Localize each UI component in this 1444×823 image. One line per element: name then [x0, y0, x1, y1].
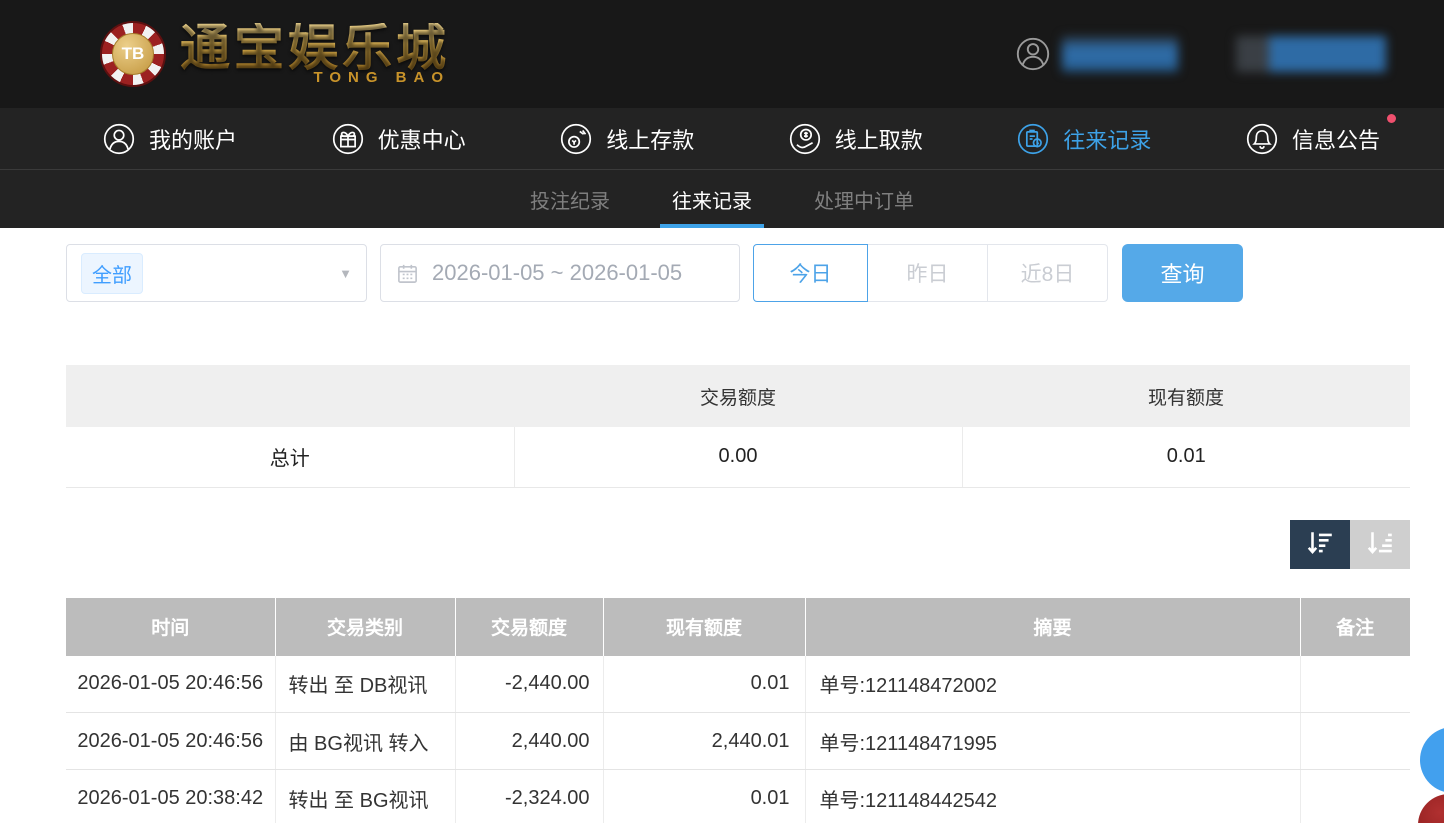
- main-nav: 我的账户 优惠中心 线上存款 线上: [0, 108, 1444, 170]
- table-header-row: 时间 交易类别 交易额度 现有额度 摘要 备注: [66, 598, 1410, 656]
- date-range-picker[interactable]: 2026-01-05 ~ 2026-01-05: [380, 244, 740, 302]
- page-content: 全部 ▼ 2026-01-05 ~ 2026-01-05 今日 昨日 近8日 查…: [66, 244, 1410, 823]
- summary-total-row: 总计 0.00 0.01: [66, 427, 1410, 487]
- summary-total-label: 总计: [66, 427, 514, 487]
- col-header-time: 时间: [66, 598, 275, 656]
- summary-header-amount: 交易额度: [514, 365, 962, 427]
- logo-text: 通宝娱乐城 TONG BAO: [180, 23, 450, 86]
- user-avatar-icon: [1014, 35, 1052, 73]
- summary-table: 交易额度 现有额度 总计 0.00 0.01: [66, 365, 1410, 488]
- bell-icon: [1243, 120, 1281, 158]
- brand-logo[interactable]: TB 通宝娱乐城 TONG BAO: [100, 21, 450, 87]
- nav-item-withdraw[interactable]: 线上取款: [786, 120, 923, 158]
- nav-label: 我的账户: [149, 123, 237, 155]
- cell-note: [1300, 770, 1410, 823]
- table-row: 2026-01-05 20:46:56 转出 至 DB视讯 -2,440.00 …: [66, 656, 1410, 713]
- cell-time: 2026-01-05 20:46:56: [66, 713, 275, 770]
- summary-total-amount: 0.00: [514, 427, 962, 487]
- col-header-balance: 现有额度: [603, 598, 805, 656]
- sort-controls: [66, 520, 1410, 569]
- summary-header-balance: 现有额度: [962, 365, 1410, 427]
- user-account-chunk[interactable]: [1014, 35, 1178, 73]
- chevron-down-icon: ▼: [339, 266, 352, 281]
- records-clipboard-icon: [1014, 120, 1052, 158]
- summary-header-row: 交易额度 现有额度: [66, 365, 1410, 427]
- sort-descending-button[interactable]: [1290, 520, 1350, 569]
- cell-time: 2026-01-05 20:46:56: [66, 656, 275, 713]
- cell-summary: 单号:121148472002: [805, 656, 1300, 713]
- tab-label: 往来记录: [672, 185, 752, 214]
- redacted-balance: [1236, 36, 1386, 72]
- nav-label: 往来记录: [1063, 123, 1151, 155]
- top-header: TB 通宝娱乐城 TONG BAO: [0, 0, 1444, 108]
- notification-dot: [1387, 114, 1396, 123]
- gift-icon: [329, 120, 367, 158]
- cell-summary: 单号:121148442542: [805, 770, 1300, 823]
- cell-summary: 单号:121148471995: [805, 713, 1300, 770]
- nav-item-transaction-records[interactable]: 往来记录: [1014, 120, 1151, 158]
- tab-transaction-records[interactable]: 往来记录: [664, 170, 760, 228]
- yesterday-button[interactable]: 昨日: [868, 244, 988, 302]
- cell-balance: 2,440.01: [603, 713, 805, 770]
- tab-label: 处理中订单: [814, 185, 914, 214]
- type-select[interactable]: 全部 ▼: [66, 244, 367, 302]
- tab-processing-orders[interactable]: 处理中订单: [806, 170, 922, 228]
- nav-item-deposit[interactable]: 线上存款: [557, 120, 694, 158]
- table-row: 2026-01-05 20:46:56 由 BG视讯 转入 2,440.00 2…: [66, 713, 1410, 770]
- today-button[interactable]: 今日: [753, 244, 868, 302]
- date-range-value: 2026-01-05 ~ 2026-01-05: [432, 260, 682, 286]
- redacted-username: [1062, 36, 1178, 72]
- cell-amount: -2,440.00: [455, 656, 603, 713]
- sort-ascending-button[interactable]: [1350, 520, 1410, 569]
- cell-type: 转出 至 BG视讯: [275, 770, 455, 823]
- last-8-days-button[interactable]: 近8日: [988, 244, 1108, 302]
- deposit-hand-coin-icon: [557, 120, 595, 158]
- logo-badge: TB: [112, 33, 154, 75]
- col-header-type: 交易类别: [275, 598, 455, 656]
- withdraw-hand-dollar-icon: [786, 120, 824, 158]
- calendar-icon: [396, 262, 419, 285]
- transactions-table: 时间 交易类别 交易额度 现有额度 摘要 备注 2026-01-05 20:46…: [66, 598, 1410, 823]
- cell-balance: 0.01: [603, 656, 805, 713]
- nav-item-my-account[interactable]: 我的账户: [100, 120, 237, 158]
- cell-amount: 2,440.00: [455, 713, 603, 770]
- sort-descending-icon: [1305, 528, 1335, 561]
- user-area: [1014, 35, 1386, 73]
- cell-note: [1300, 713, 1410, 770]
- nav-label: 线上存款: [606, 123, 694, 155]
- user-balance-chunk[interactable]: [1236, 36, 1386, 72]
- sub-nav: 投注纪录 往来记录 处理中订单: [0, 170, 1444, 228]
- nav-label: 信息公告: [1292, 123, 1380, 155]
- nav-item-promotions[interactable]: 优惠中心: [329, 120, 466, 158]
- cell-time: 2026-01-05 20:38:42: [66, 770, 275, 823]
- cell-note: [1300, 656, 1410, 713]
- summary-total-balance: 0.01: [962, 427, 1410, 487]
- summary-header-empty: [66, 365, 514, 427]
- cell-type: 由 BG视讯 转入: [275, 713, 455, 770]
- query-button[interactable]: 查询: [1122, 244, 1243, 302]
- selected-type-tag[interactable]: 全部: [81, 253, 143, 294]
- cell-balance: 0.01: [603, 770, 805, 823]
- tab-label: 投注纪录: [530, 185, 610, 214]
- cell-amount: -2,324.00: [455, 770, 603, 823]
- floating-service-button-blue[interactable]: [1420, 727, 1444, 793]
- brand-name-cn: 通宝娱乐城: [180, 23, 450, 73]
- poker-chip-icon: TB: [100, 21, 166, 87]
- user-circle-icon: [100, 120, 138, 158]
- cell-type: 转出 至 DB视讯: [275, 656, 455, 713]
- floating-service-button-red[interactable]: [1418, 794, 1444, 823]
- nav-label: 优惠中心: [378, 123, 466, 155]
- sort-ascending-icon: [1365, 528, 1395, 561]
- quick-date-group: 今日 昨日 近8日: [753, 244, 1108, 302]
- nav-label: 线上取款: [835, 123, 923, 155]
- filter-row: 全部 ▼ 2026-01-05 ~ 2026-01-05 今日 昨日 近8日 查…: [66, 244, 1410, 302]
- nav-item-announcements[interactable]: 信息公告: [1243, 120, 1380, 158]
- col-header-amount: 交易额度: [455, 598, 603, 656]
- col-header-note: 备注: [1300, 598, 1410, 656]
- tab-bet-records[interactable]: 投注纪录: [522, 170, 618, 228]
- table-row: 2026-01-05 20:38:42 转出 至 BG视讯 -2,324.00 …: [66, 770, 1410, 823]
- col-header-summary: 摘要: [805, 598, 1300, 656]
